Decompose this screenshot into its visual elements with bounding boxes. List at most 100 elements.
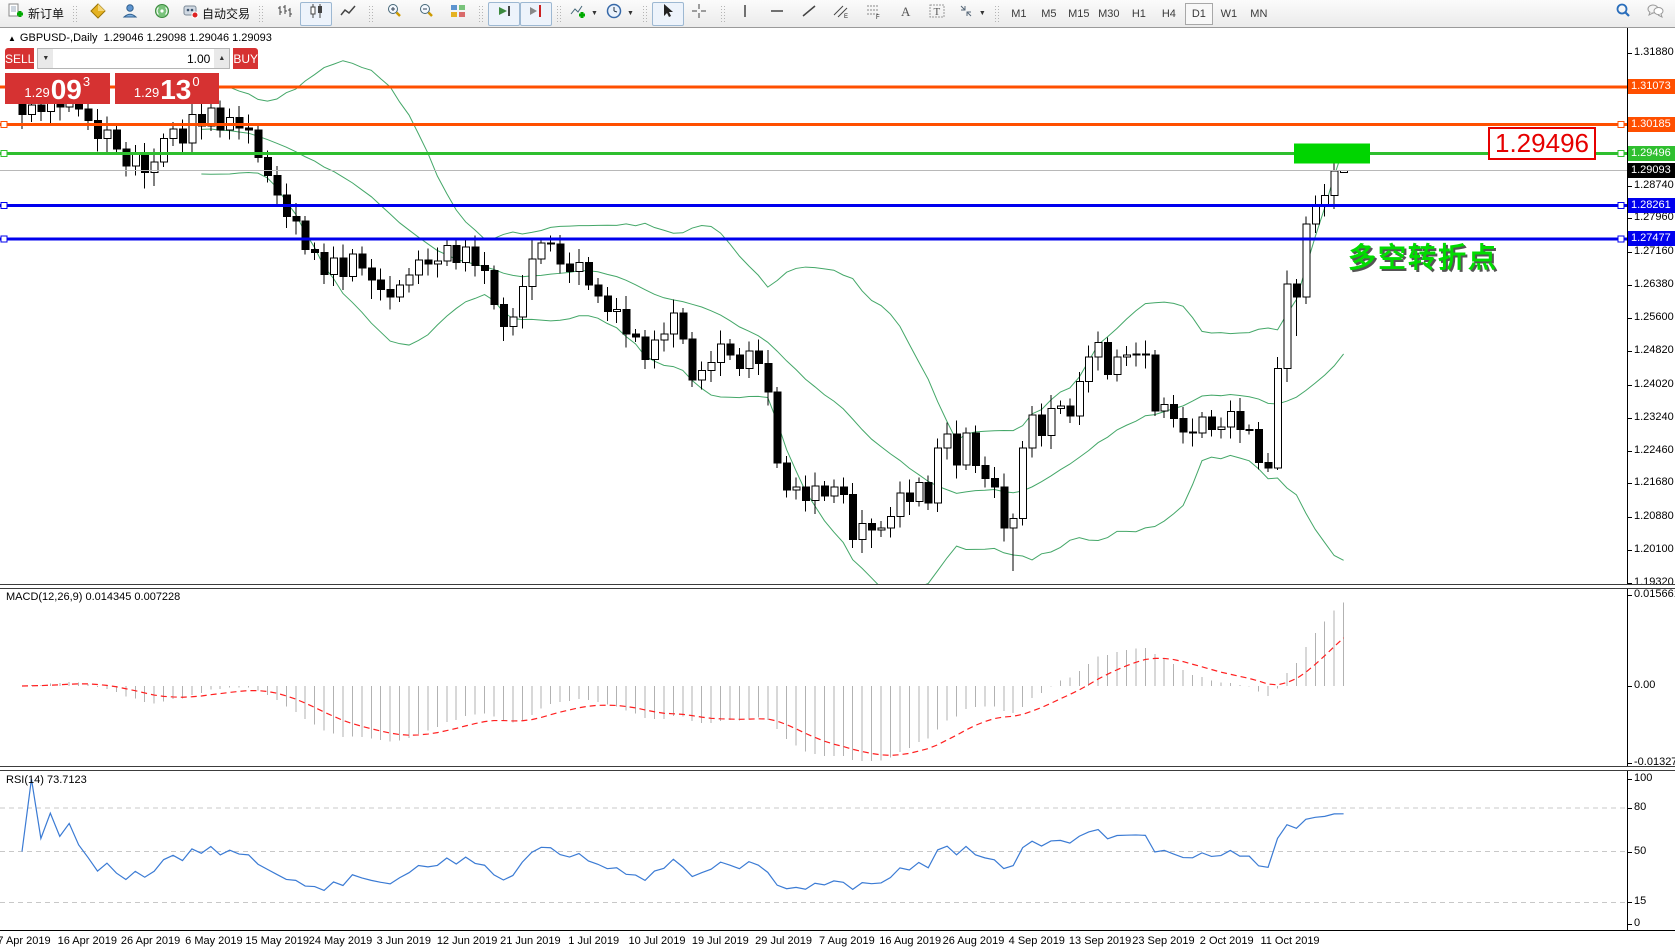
tf-d1-button[interactable]: D1 (1185, 3, 1213, 25)
date-axis[interactable]: 7 Apr 201916 Apr 201926 Apr 20196 May 20… (0, 930, 1675, 951)
candle-body (1123, 355, 1130, 357)
bar-chart-button[interactable] (268, 2, 300, 26)
profile-button[interactable] (114, 2, 146, 26)
sell-price-button[interactable]: 1.29 09 3 (5, 73, 110, 104)
candle-body (755, 351, 762, 364)
periods-button[interactable]: ▼ (602, 2, 638, 26)
line-anchor[interactable] (1, 151, 7, 157)
rsi-pane[interactable] (0, 770, 1627, 930)
draw-text-button[interactable]: A (890, 2, 922, 26)
candle-body (510, 317, 517, 326)
cursor-button[interactable] (652, 2, 684, 26)
tf-w1-button[interactable]: W1 (1215, 3, 1243, 25)
line-anchor[interactable] (1618, 236, 1624, 242)
tf-h1-button[interactable]: H1 (1125, 3, 1153, 25)
collapse-quote-panel-icon[interactable]: ▲ (8, 34, 16, 43)
candle-body (179, 129, 186, 143)
date-label: 26 Apr 2019 (121, 935, 180, 947)
price-badge: 1.29496 (1628, 146, 1675, 161)
zoom-out-button[interactable] (410, 2, 442, 26)
sell-price-prefix: 1.29 (24, 85, 49, 100)
draw-label-button[interactable]: T (922, 2, 954, 26)
chevron-down-icon: ▼ (979, 10, 986, 17)
search-button[interactable] (1607, 2, 1639, 26)
buy-price-prefix: 1.29 (134, 85, 159, 100)
candle-body (368, 268, 375, 280)
toolbar-grip (368, 5, 374, 23)
macd-pane[interactable] (0, 588, 1627, 766)
draw-horizontal-line-button[interactable] (762, 2, 794, 26)
tf-m1-label: M1 (1011, 8, 1026, 20)
price-chart-pane[interactable] (0, 28, 1627, 584)
chevron-down-icon: ▼ (591, 10, 598, 17)
line-anchor[interactable] (1, 203, 7, 209)
search-icon (1615, 3, 1632, 19)
pane-separator[interactable] (0, 766, 1675, 771)
draw-trendline-button[interactable] (794, 2, 826, 26)
candle-body (1237, 412, 1244, 430)
tf-m5-button[interactable]: M5 (1035, 3, 1063, 25)
candle-body (604, 296, 611, 312)
sell-button[interactable]: SELL (5, 48, 34, 69)
tf-m15-button[interactable]: M15 (1065, 3, 1093, 25)
line-anchor[interactable] (1, 236, 7, 242)
date-label: 24 May 2019 (309, 935, 373, 947)
one-click-trading-panel: SELL ▼ ▲ BUY 1.29 09 3 1.29 13 0 (5, 48, 219, 104)
candle-body (312, 250, 319, 253)
tf-h4-button[interactable]: H4 (1155, 3, 1183, 25)
chat-button[interactable] (1639, 2, 1671, 26)
candlestick-chart-button[interactable] (300, 2, 332, 26)
candle-body (482, 265, 489, 270)
candle-body (387, 289, 394, 297)
axis-tick (1628, 595, 1632, 596)
draw-fibonacci-button[interactable]: F (858, 2, 890, 26)
price-label-object[interactable]: 1.29496 (1488, 127, 1596, 160)
svg-text:A: A (901, 4, 911, 19)
line-anchor[interactable] (1, 122, 7, 128)
axis-tick (1628, 186, 1632, 187)
toolbar-group-timeframes: M1 M5M15M30H1H4D1W1MN (1004, 1, 1274, 27)
axis-tick (1628, 852, 1632, 853)
market-icon (90, 3, 107, 19)
draw-channel-button[interactable]: E (826, 2, 858, 26)
volume-decrease-button[interactable]: ▼ (38, 49, 53, 68)
crosshair-button[interactable] (684, 2, 716, 26)
line-anchor[interactable] (1618, 151, 1624, 157)
candle-body (1020, 448, 1027, 518)
price-axis[interactable]: 1.318801.287401.279601.271601.263801.256… (1627, 28, 1675, 931)
tile-windows-button[interactable] (442, 2, 474, 26)
tf-mn-button[interactable]: MN (1245, 3, 1273, 25)
tf-m1-button[interactable]: M1 (1005, 3, 1033, 25)
buy-button[interactable]: BUY (233, 48, 258, 69)
line-anchor[interactable] (1618, 122, 1624, 128)
price-tick-label: 1.24820 (1634, 344, 1674, 356)
candle-body (1331, 171, 1338, 195)
candle-body (434, 261, 441, 264)
chinese-annotation[interactable]: 多空转折点 (1348, 236, 1498, 276)
axis-tick (1628, 318, 1632, 319)
signals-button[interactable] (146, 2, 178, 26)
sell-price-sup: 3 (83, 74, 90, 89)
auto-trading-button[interactable]: 自动交易 (178, 2, 254, 26)
rsi-line (22, 779, 1344, 890)
channel-icon: E (833, 3, 850, 19)
toolbar-grip (994, 5, 1000, 23)
tf-m30-button[interactable]: M30 (1095, 3, 1123, 25)
buy-price-button[interactable]: 1.29 13 0 (115, 73, 220, 104)
draw-arrows-button[interactable]: ▼ (954, 2, 990, 26)
highlight-rectangle-object[interactable] (1294, 144, 1370, 164)
market-button[interactable] (82, 2, 114, 26)
add-indicator-button[interactable]: ▼ (566, 2, 602, 26)
line-chart-button[interactable] (332, 2, 364, 26)
zoom-in-button[interactable] (378, 2, 410, 26)
auto-scroll-button[interactable] (488, 2, 520, 26)
candle-body (887, 516, 894, 528)
volume-input[interactable] (53, 49, 214, 68)
pane-separator[interactable] (0, 584, 1675, 589)
chart-shift-button[interactable] (520, 2, 552, 26)
line-anchor[interactable] (1618, 203, 1624, 209)
price-tick-label: 1.31880 (1634, 46, 1674, 58)
volume-increase-button[interactable]: ▲ (214, 49, 229, 68)
new-order-button[interactable]: 新订单 (4, 2, 68, 26)
draw-vertical-line-button[interactable] (730, 2, 762, 26)
